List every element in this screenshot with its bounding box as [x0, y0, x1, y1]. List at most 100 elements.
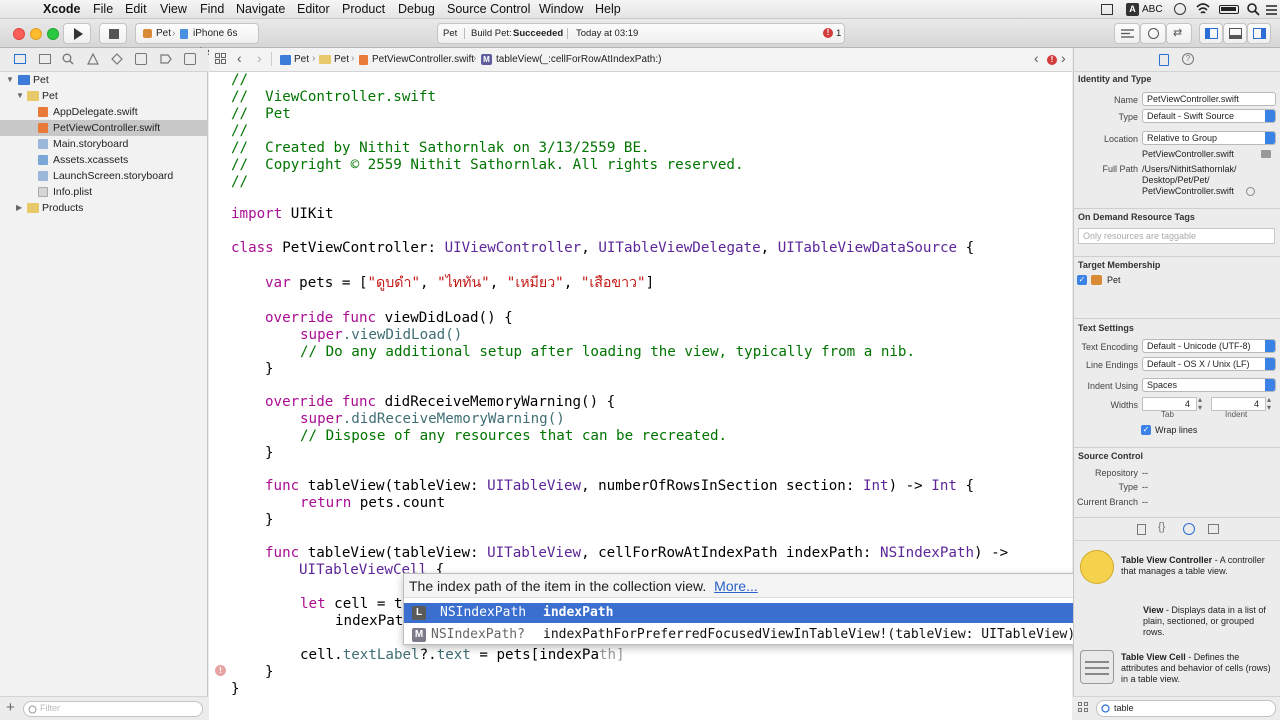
reveal-in-finder-icon[interactable] [1246, 187, 1255, 196]
code-line[interactable]: } [231, 681, 240, 698]
folder-icon[interactable] [1261, 150, 1271, 158]
file-type-select[interactable]: Default - Swift Source [1142, 109, 1276, 123]
tab-width-stepper-icon[interactable]: ▴ ▾ [1198, 396, 1202, 412]
input-source-label[interactable]: ABC [1142, 4, 1163, 15]
grid-view-icon[interactable] [1078, 702, 1089, 713]
code-line[interactable]: // [231, 123, 248, 140]
error-count[interactable]: 1 [836, 24, 841, 43]
menu-view[interactable]: View [160, 2, 187, 16]
code-line[interactable]: // [231, 72, 248, 89]
code-snippet-icon[interactable]: {} [1158, 521, 1165, 533]
completion-more-link[interactable]: More... [714, 578, 758, 594]
code-line[interactable]: // [231, 174, 248, 191]
code-line[interactable]: } [265, 512, 274, 529]
code-line[interactable]: override func didReceiveMemoryWarning() … [265, 394, 615, 411]
encoding-select[interactable]: Default - Unicode (UTF-8) [1142, 339, 1276, 353]
keyboard-layout-icon[interactable]: A [1126, 3, 1139, 16]
code-line[interactable]: // Copyright © 2559 Nithit Sathornlak. A… [231, 157, 744, 174]
code-line[interactable]: let cell = t [300, 596, 403, 613]
issue-icon[interactable]: ! [1047, 55, 1057, 65]
toggle-debug-button[interactable] [1223, 23, 1247, 44]
tab-width-field[interactable]: 4 [1142, 397, 1197, 411]
nav-item-project[interactable]: ▼ Pet [0, 72, 207, 88]
code-line[interactable]: func tableView(tableView: UITableView, n… [265, 478, 974, 495]
completion-item[interactable]: M NSIndexPath? indexPathForPreferredFocu… [404, 625, 1144, 645]
code-line[interactable]: // Do any additional setup after loading… [300, 344, 915, 361]
standard-editor-button[interactable] [1114, 23, 1140, 44]
name-field[interactable]: PetViewController.swift [1142, 92, 1276, 106]
location-select[interactable]: Relative to Group [1142, 131, 1276, 145]
code-line[interactable]: var pets = ["ดูบดำ", "ไททัน", "เหมียว", … [265, 275, 654, 292]
menu-product[interactable]: Product [342, 2, 385, 16]
code-line[interactable]: cell.textLabel?.text = pets[indexPath] [300, 647, 625, 664]
toggle-navigator-button[interactable] [1199, 23, 1223, 44]
code-line[interactable]: override func viewDidLoad() { [265, 310, 513, 327]
assistant-editor-button[interactable] [1140, 23, 1166, 44]
menu-navigate[interactable]: Navigate [236, 2, 285, 16]
time-machine-icon[interactable] [1174, 3, 1186, 15]
breakpoint-icon[interactable] [160, 53, 172, 65]
code-line[interactable]: // ViewController.swift [231, 89, 436, 106]
code-line[interactable]: // Created by Nithit Sathornlak on 3/13/… [231, 140, 650, 157]
related-items-icon[interactable] [215, 53, 227, 65]
zoom-window-button[interactable] [47, 28, 59, 40]
menu-file[interactable]: File [93, 2, 113, 16]
code-line[interactable]: // Pet [231, 106, 291, 123]
version-editor-button[interactable]: ⇄ [1166, 23, 1192, 44]
navigator-filter-field[interactable]: Filter [23, 701, 203, 717]
menu-window[interactable]: Window [539, 2, 583, 16]
error-gutter-icon[interactable]: ! [215, 665, 226, 676]
target-checkbox[interactable]: ✓ [1077, 275, 1087, 285]
folder-icon[interactable] [14, 54, 26, 64]
menu-source-control[interactable]: Source Control [447, 2, 530, 16]
code-line[interactable]: } [265, 445, 274, 462]
code-line[interactable]: indexPat [335, 613, 403, 630]
jump-crumb-file[interactable]: PetViewController.swift [372, 54, 474, 65]
menu-find[interactable]: Find [200, 2, 224, 16]
error-icon[interactable]: ! [823, 28, 833, 38]
symbol-navigator-icon[interactable] [39, 54, 51, 64]
back-arrow-icon[interactable]: ‹ [237, 50, 242, 66]
code-line[interactable]: return pets.count [300, 495, 445, 512]
wifi-icon[interactable] [1195, 2, 1211, 16]
object-library-icon[interactable] [1183, 523, 1195, 535]
code-line[interactable]: super.didReceiveMemoryWarning() [300, 411, 565, 428]
search-icon[interactable] [62, 53, 74, 65]
code-line[interactable]: } [265, 664, 274, 681]
wrap-lines-checkbox[interactable]: ✓ [1141, 425, 1151, 435]
close-window-button[interactable] [13, 28, 25, 40]
debug-navigator-icon[interactable] [135, 53, 147, 65]
toggle-inspector-button[interactable] [1247, 23, 1271, 44]
code-line[interactable]: class PetViewController: UIViewControlle… [231, 240, 974, 257]
media-library-icon[interactable] [1208, 524, 1219, 534]
code-line[interactable]: import UIKit [231, 206, 334, 223]
report-navigator-icon[interactable] [184, 53, 196, 65]
indent-width-stepper-icon[interactable]: ▴ ▾ [1267, 396, 1271, 412]
library-search-field[interactable]: table [1096, 700, 1276, 717]
add-icon[interactable]: + [6, 699, 15, 716]
nav-item-assets[interactable]: Assets.xcassets [0, 152, 207, 168]
battery-icon[interactable] [1219, 5, 1239, 14]
airplay-icon[interactable] [1101, 4, 1113, 15]
disclosure-closed-icon[interactable]: ▶ [16, 200, 22, 216]
nav-item-launchscreen[interactable]: LaunchScreen.storyboard [0, 168, 207, 184]
odr-tags-field[interactable]: Only resources are taggable [1078, 228, 1275, 244]
minimize-window-button[interactable] [30, 28, 42, 40]
jump-crumb-group[interactable]: Pet [334, 54, 349, 65]
library-item-table-view-cell[interactable]: Table View Cell - Defines the attributes… [1078, 650, 1276, 690]
nav-item-petviewcontroller[interactable]: PetViewController.swift [0, 120, 207, 136]
stop-button[interactable] [99, 23, 127, 44]
nav-item-group-pet[interactable]: ▼ Pet [0, 88, 207, 104]
nav-item-appdelegate[interactable]: AppDelegate.swift [0, 104, 207, 120]
line-endings-select[interactable]: Default - OS X / Unix (LF) [1142, 357, 1276, 371]
file-template-icon[interactable] [1137, 524, 1146, 535]
code-line[interactable]: func tableView(tableView: UITableView, c… [265, 545, 1008, 562]
nav-item-products[interactable]: ▶ Products [0, 200, 207, 216]
list-menu-icon[interactable] [1265, 3, 1278, 16]
menu-app-name[interactable]: Xcode [43, 2, 81, 16]
menu-editor[interactable]: Editor [297, 2, 330, 16]
disclosure-open-icon[interactable]: ▼ [16, 88, 24, 104]
menu-debug[interactable]: Debug [398, 2, 435, 16]
library-item-table-view[interactable]: View - Displays data in a list of plain,… [1078, 600, 1276, 640]
code-line[interactable]: } [265, 361, 274, 378]
